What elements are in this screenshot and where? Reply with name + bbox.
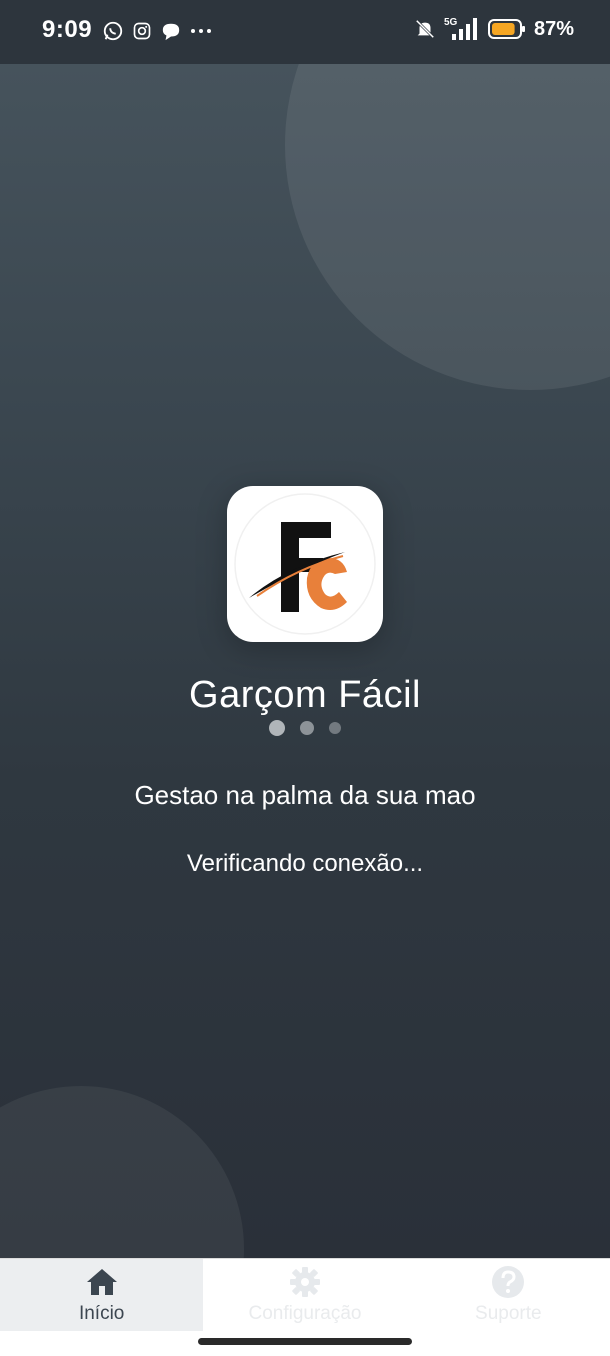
nav-item-inicio[interactable]: Início bbox=[0, 1259, 204, 1331]
notification-icons bbox=[102, 20, 212, 42]
nav-label-configuracao: Configuração bbox=[248, 1303, 362, 1324]
battery-icon bbox=[487, 18, 526, 40]
loading-dot bbox=[300, 721, 314, 735]
app-title: Garçom Fácil bbox=[189, 674, 421, 716]
help-icon bbox=[491, 1265, 525, 1299]
app-logo bbox=[227, 486, 383, 642]
splash-screen: Garçom Fácil Gestao na palma da sua mao … bbox=[0, 64, 610, 1258]
system-icons: 5G 87% bbox=[414, 16, 574, 42]
home-indicator[interactable] bbox=[198, 1338, 412, 1345]
tagline: Gestao na palma da sua mao bbox=[134, 780, 476, 810]
battery-percent: 87% bbox=[533, 17, 574, 40]
decorative-circle-bottom bbox=[0, 1086, 244, 1258]
home-icon bbox=[85, 1265, 119, 1299]
nav-label-inicio: Início bbox=[78, 1303, 125, 1324]
status-bar: 9:09 5G 87% bbox=[0, 0, 610, 64]
gear-icon bbox=[288, 1265, 322, 1299]
loading-dot bbox=[269, 720, 285, 736]
loading-dot bbox=[329, 722, 341, 734]
nav-item-configuracao[interactable]: Configuração bbox=[203, 1259, 406, 1331]
nav-item-suporte[interactable]: Suporte bbox=[407, 1259, 610, 1331]
nav-label-suporte: Suporte bbox=[475, 1303, 542, 1324]
decorative-circle-top bbox=[285, 64, 610, 390]
more-dots-icon bbox=[190, 27, 212, 35]
instagram-icon bbox=[132, 21, 152, 41]
status-time: 9:09 bbox=[42, 16, 93, 43]
app-screen: 9:09 5G 87% Garçom Fácil Gestao na palma… bbox=[0, 0, 610, 1356]
loading-indicator bbox=[0, 720, 610, 736]
network-type: 5G bbox=[444, 17, 458, 28]
connection-status: Verificando conexão... bbox=[186, 850, 424, 877]
whatsapp-icon bbox=[102, 20, 124, 42]
signal-5g-icon: 5G bbox=[444, 16, 480, 42]
bell-muted-icon bbox=[414, 17, 436, 41]
chat-bubble-icon bbox=[160, 21, 182, 41]
